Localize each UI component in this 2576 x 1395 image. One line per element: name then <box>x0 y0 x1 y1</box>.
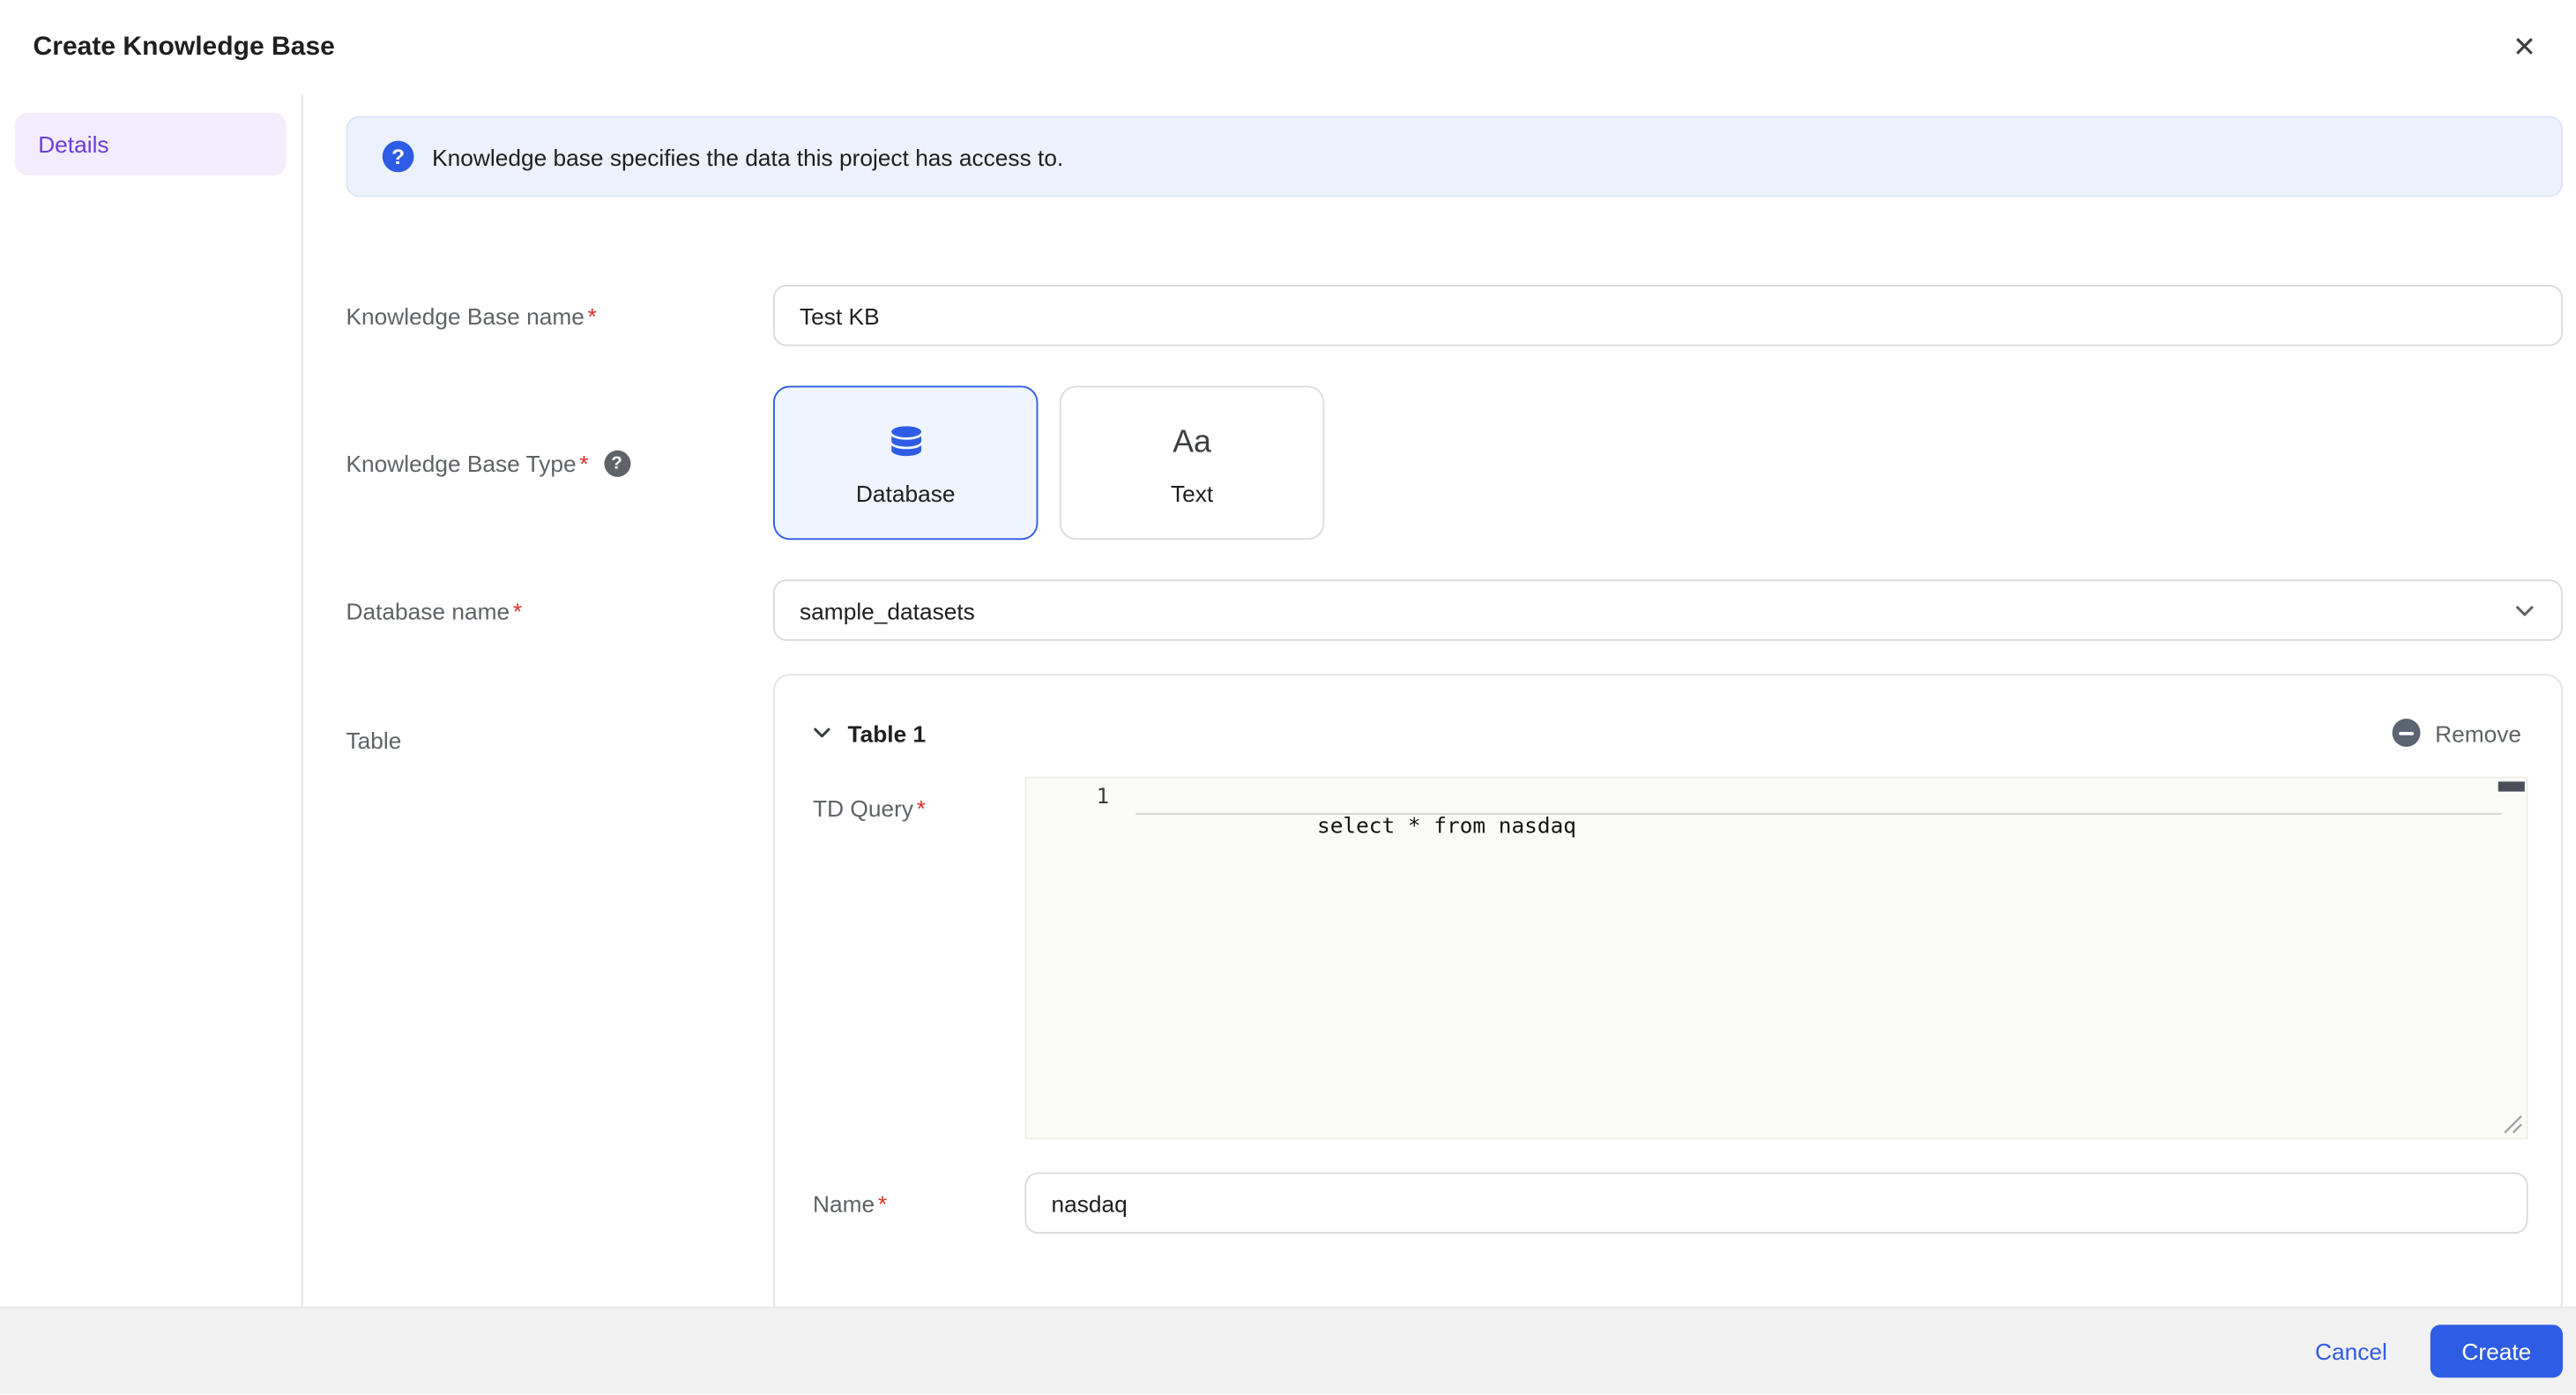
table-collapse-toggle[interactable]: Table 1 <box>811 720 926 746</box>
table-panel-header: Table 1 Remove <box>775 675 2561 747</box>
remove-label: Remove <box>2435 719 2522 746</box>
create-button[interactable]: Create <box>2430 1324 2563 1378</box>
kb-type-option-database[interactable]: Database <box>772 385 1039 541</box>
code-line: select * from nasdaq <box>1317 814 1576 840</box>
page-title: Create Knowledge Base <box>33 32 335 61</box>
editor-gutter: 1 <box>1026 783 1135 1138</box>
sidebar-item-label: Details <box>38 131 109 158</box>
kb-type-option-text[interactable]: Aa Text <box>1059 385 1325 541</box>
database-name-select[interactable]: sample_datasets <box>772 579 2563 641</box>
cancel-button[interactable]: Cancel <box>2295 1324 2407 1377</box>
label-text: Table <box>346 727 402 754</box>
text-icon: Aa <box>1173 424 1211 460</box>
resize-handle-icon[interactable] <box>2503 1115 2523 1135</box>
database-name-label: Database name * <box>346 597 772 623</box>
database-name-row: Database name * sample_datasets <box>346 579 2563 641</box>
chevron-down-icon <box>2516 605 2534 615</box>
table-name-row: Name * <box>775 1172 2561 1235</box>
kb-type-option-label: Text <box>1170 479 1214 506</box>
table-name-label: Name * <box>813 1190 1024 1216</box>
required-asterisk: * <box>877 1190 888 1217</box>
banner-text: Knowledge base specifies the data this p… <box>432 143 1064 170</box>
kb-type-row: Knowledge Base Type * ? Database Aa Text <box>346 385 2563 541</box>
label-text: Knowledge Base Type <box>346 449 577 476</box>
required-asterisk: * <box>587 302 597 329</box>
kb-type-options: Database Aa Text <box>772 385 1325 541</box>
table-label: Table <box>346 674 772 753</box>
help-icon: ? <box>382 140 414 173</box>
kb-type-option-label: Database <box>855 479 956 506</box>
editor-code[interactable]: select * from nasdaq <box>1135 783 2497 872</box>
label-text: TD Query <box>813 794 914 822</box>
database-icon <box>890 425 921 456</box>
td-query-label: TD Query * <box>813 777 1024 822</box>
required-asterisk: * <box>916 794 927 822</box>
td-query-row: TD Query * 1 select * from nasdaq <box>775 776 2561 1139</box>
label-text: Knowledge Base name <box>346 302 584 329</box>
active-line-underline <box>1135 813 2502 815</box>
help-icon[interactable]: ? <box>603 449 630 476</box>
chevron-down-icon <box>814 727 830 738</box>
line-number: 1 <box>1096 785 1110 810</box>
kb-name-label: Knowledge Base name * <box>346 302 772 329</box>
table-name-input[interactable] <box>1024 1172 2528 1235</box>
kb-name-input[interactable] <box>772 284 2563 347</box>
required-asterisk: * <box>512 596 523 624</box>
editor-scrollbar-thumb[interactable] <box>2498 781 2525 792</box>
modal-header: Create Knowledge Base ✕ <box>0 0 2576 95</box>
kb-type-label: Knowledge Base Type * ? <box>346 449 772 476</box>
main-content: ? Knowledge base specifies the data this… <box>305 94 2576 1307</box>
label-text: Name <box>813 1190 875 1217</box>
sidebar-item-details[interactable]: Details <box>14 112 287 176</box>
create-knowledge-base-modal: Create Knowledge Base ✕ Details ? Knowle… <box>0 0 2576 1395</box>
td-query-editor[interactable]: 1 select * from nasdaq <box>1024 776 2528 1139</box>
close-icon[interactable]: ✕ <box>2506 26 2543 68</box>
modal-footer: Cancel Create <box>0 1306 2576 1395</box>
table-panel: Table 1 Remove TD Query * 1 select * fro… <box>772 674 2563 1307</box>
table-title: Table 1 <box>847 719 927 746</box>
minus-circle-icon <box>2392 719 2421 747</box>
info-banner: ? Knowledge base specifies the data this… <box>346 116 2563 198</box>
required-asterisk: * <box>579 449 589 476</box>
label-text: Database name <box>346 596 510 624</box>
remove-table-button[interactable]: Remove <box>2392 719 2521 747</box>
table-row: Table Table 1 Remove TD Query * 1 select… <box>346 674 2563 1307</box>
sidebar: Details <box>0 94 303 1307</box>
select-value: sample_datasets <box>800 596 975 624</box>
kb-name-row: Knowledge Base name * <box>346 284 2563 347</box>
